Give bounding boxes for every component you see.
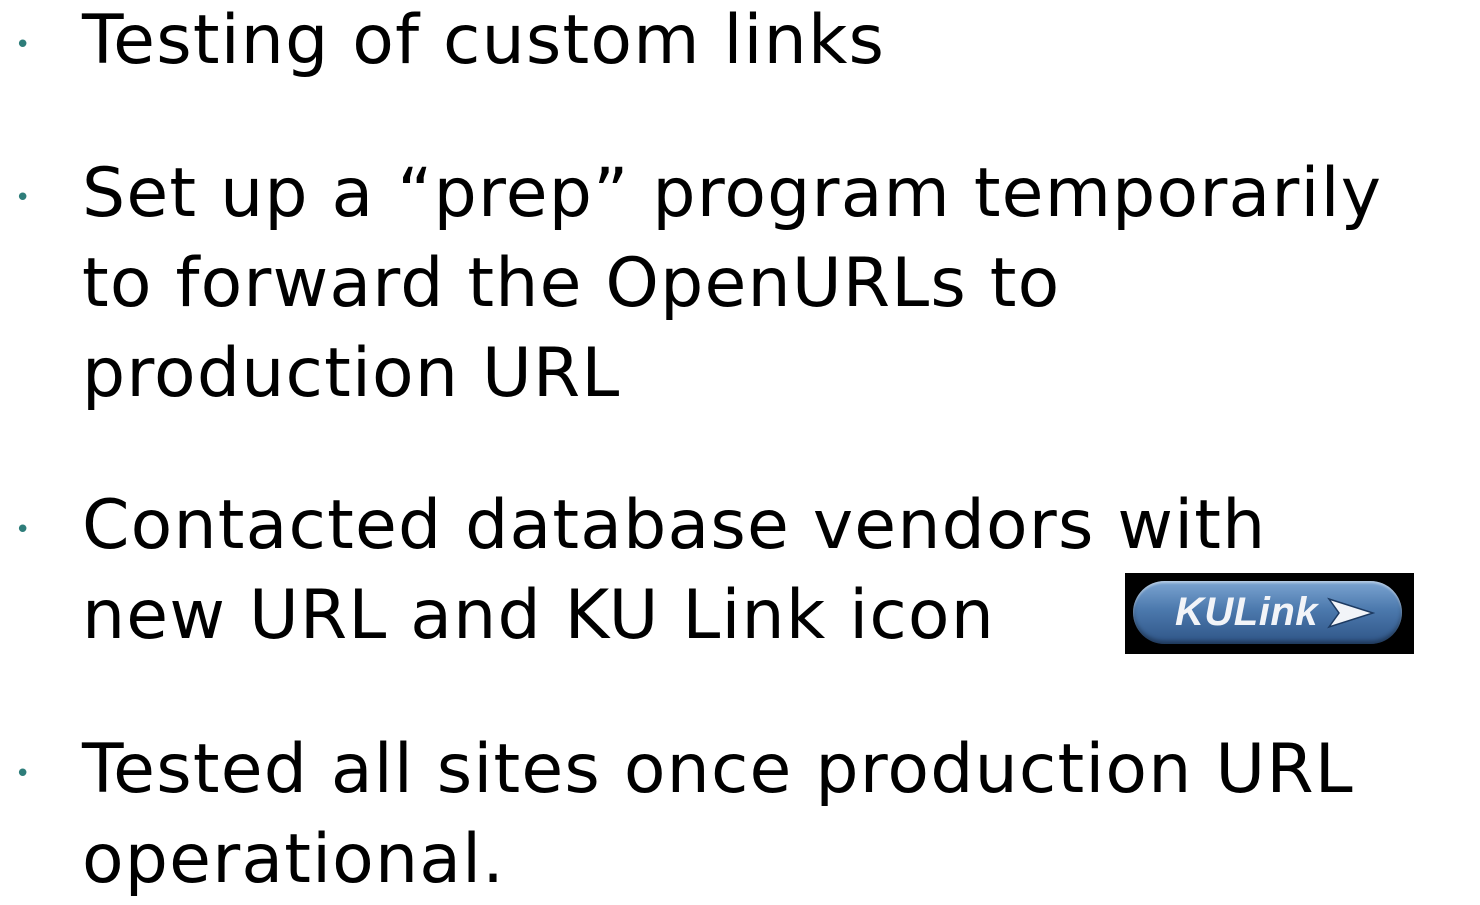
bullet-text: Testing of custom links (82, 0, 885, 86)
arrow-right-icon (1327, 597, 1375, 629)
bullet-dot: • (15, 183, 31, 213)
bullet-line: Set up a “prep” program temporarily (82, 154, 1383, 233)
bullet-line: Tested all sites once production URL (82, 730, 1354, 809)
bullet-line: production URL (82, 334, 621, 413)
bullet-line: Testing of custom links (82, 1, 886, 80)
kulink-label: KULink (1175, 590, 1318, 634)
bullet-line: operational. (82, 820, 506, 899)
bullet-line: to forward the OpenURLs to (82, 244, 1061, 323)
bullet-dot: • (15, 515, 31, 545)
slide: • Testing of custom links • Set up a “pr… (0, 0, 1480, 899)
bullet-text: Tested all sites once production URL ope… (82, 725, 1354, 905)
bullet-line: new URL and KU Link icon (82, 576, 996, 655)
bullet-text: Contacted database vendors with new URL … (82, 481, 1266, 661)
bullet-text: Set up a “prep” program temporarily to f… (82, 149, 1382, 419)
bullet-dot: • (15, 759, 31, 789)
bullet-dot: • (15, 30, 31, 60)
kulink-badge: KULink (1125, 573, 1414, 654)
kulink-pill: KULink (1133, 581, 1402, 644)
bullet-line: Contacted database vendors with (82, 486, 1267, 565)
